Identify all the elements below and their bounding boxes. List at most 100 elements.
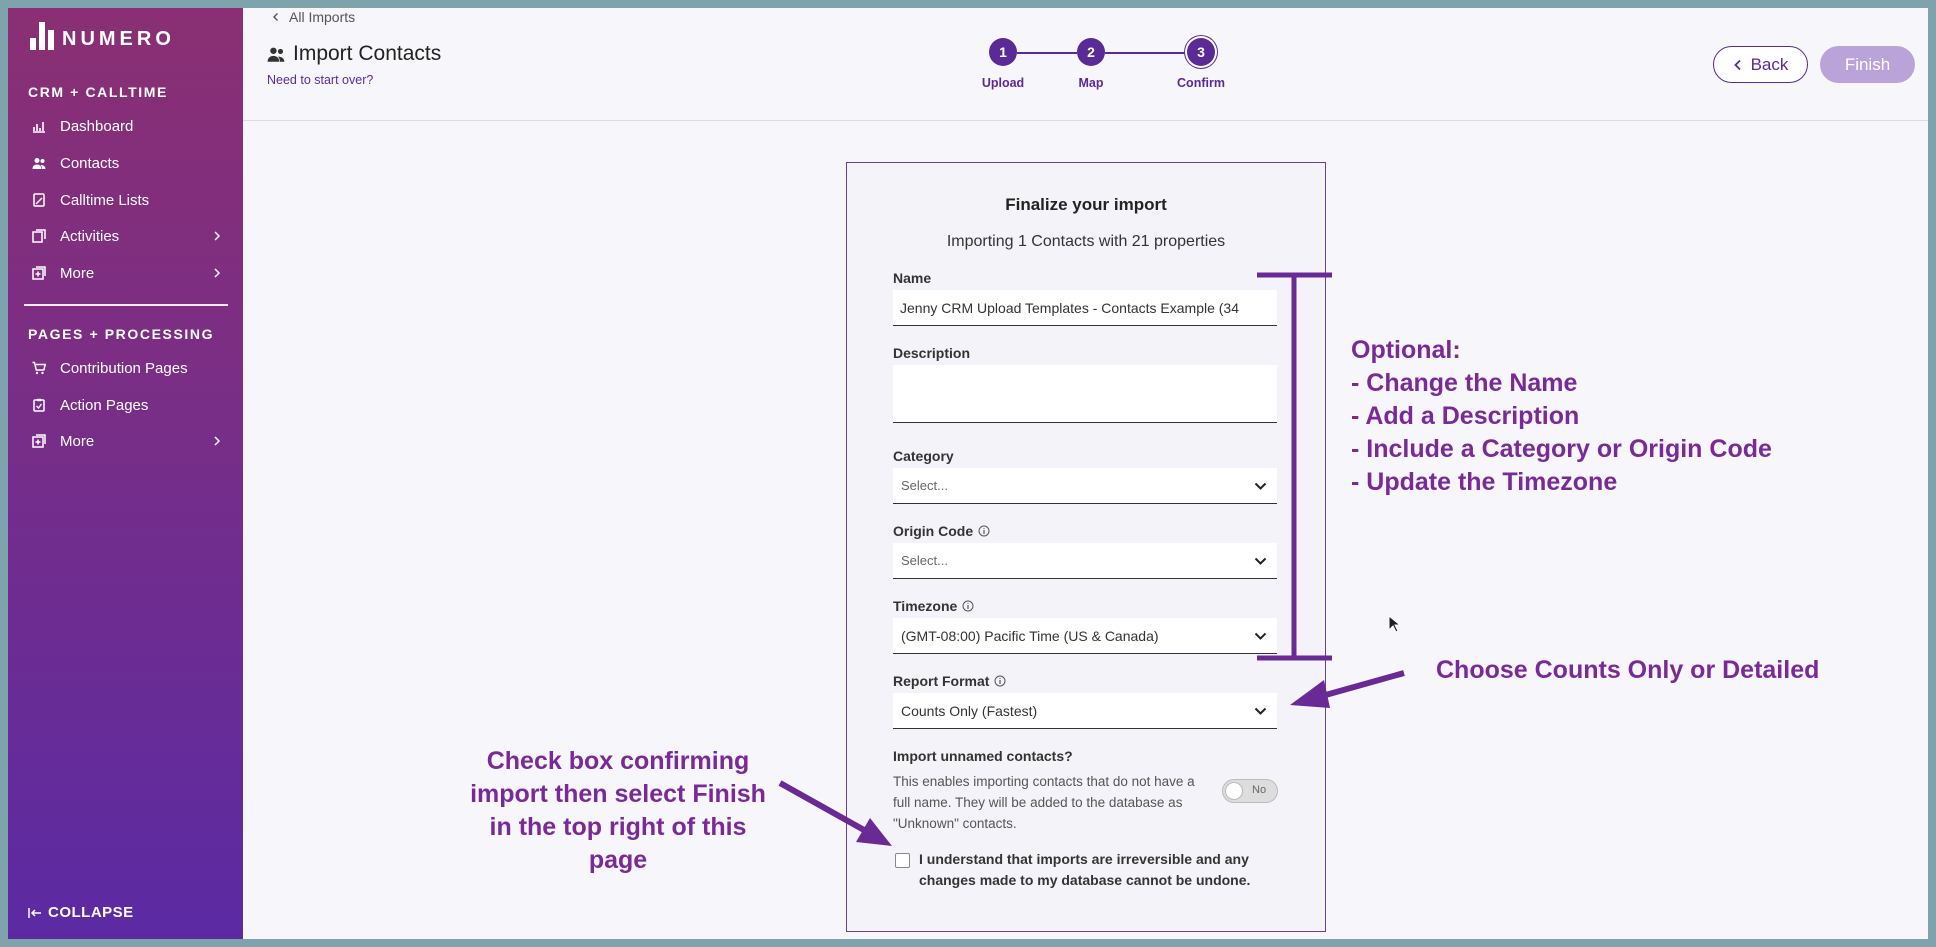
clipboard-icon <box>32 398 46 412</box>
sidebar-item-label: Dashboard <box>60 117 134 135</box>
name-label: Name <box>893 270 932 286</box>
report-format-select[interactable]: Counts Only (Fastest) <box>893 693 1277 729</box>
chevron-down-icon <box>1254 707 1267 715</box>
step-label: Confirm <box>1177 76 1225 90</box>
annotation-line: Optional: <box>1351 336 1461 364</box>
chevron-right-icon <box>214 268 221 278</box>
timezone-select[interactable]: (GMT-08:00) Pacific Time (US & Canada) <box>893 618 1277 654</box>
toggle-state-label: No <box>1252 784 1267 796</box>
chevron-right-icon <box>214 436 221 446</box>
section-title-pages: PAGES + PROCESSING <box>28 326 215 342</box>
category-value: Select... <box>901 478 948 493</box>
step-upload[interactable]: 1 Upload <box>963 38 1043 90</box>
finalize-import-card: Finalize your import Importing 1 Contact… <box>846 162 1326 932</box>
section-title-crm: CRM + CALLTIME <box>28 84 168 100</box>
unnamed-contacts-description: This enables importing contacts that do … <box>893 774 1195 831</box>
sidebar: NUMERO CRM + CALLTIME Dashboard Contacts… <box>8 8 243 939</box>
annotation-line: - Update the Timezone <box>1351 468 1618 496</box>
confirm-checkbox-label[interactable]: I understand that imports are irreversib… <box>919 849 1289 891</box>
toggle-knob <box>1225 782 1243 800</box>
more-icon <box>32 266 46 280</box>
info-icon[interactable] <box>978 525 990 537</box>
sidebar-item-dashboard[interactable]: Dashboard <box>32 111 228 141</box>
chevron-down-icon <box>1254 482 1267 490</box>
chevron-down-icon <box>1254 557 1267 565</box>
all-imports-label: All Imports <box>289 9 356 25</box>
origin-code-label-text: Origin Code <box>893 523 974 539</box>
sidebar-divider <box>24 304 228 306</box>
step-number: 1 <box>989 38 1017 66</box>
chart-icon <box>32 119 46 133</box>
info-icon[interactable] <box>962 600 974 612</box>
chevron-right-icon <box>214 231 221 241</box>
sidebar-item-label: Contribution Pages <box>60 359 188 377</box>
confirm-checkbox[interactable] <box>895 853 910 868</box>
sidebar-item-contribution-pages[interactable]: Contribution Pages <box>32 353 228 383</box>
back-button[interactable]: Back <box>1713 46 1808 83</box>
unnamed-contacts-toggle[interactable]: No <box>1222 779 1278 803</box>
report-format-label-text: Report Format <box>893 673 990 689</box>
collapse-label: COLLAPSE <box>48 904 134 921</box>
sidebar-item-label: Contacts <box>60 154 120 172</box>
logo-bars-icon <box>30 22 54 50</box>
step-label: Upload <box>981 76 1025 90</box>
chevron-left-icon <box>1733 59 1741 70</box>
step-number: 3 <box>1187 38 1215 66</box>
brand-logo[interactable]: NUMERO <box>30 22 175 50</box>
card-title: Finalize your import <box>1005 195 1167 214</box>
sidebar-item-label: Calltime Lists <box>60 191 150 209</box>
people-icon <box>267 47 285 62</box>
sidebar-item-more-crm[interactable]: More <box>32 258 228 288</box>
import-summary: Importing 1 Contacts with 21 properties <box>946 233 1226 250</box>
start-over-link[interactable]: Need to start over? <box>267 73 373 87</box>
name-input[interactable]: Jenny CRM Upload Templates - Contacts Ex… <box>893 290 1277 326</box>
annotation-line: - Change the Name <box>1351 369 1578 397</box>
phone-list-icon <box>32 193 46 207</box>
chevron-down-icon <box>1254 632 1267 640</box>
sidebar-item-action-pages[interactable]: Action Pages <box>32 390 228 420</box>
report-format-annotation: Choose Counts Only or Detailed <box>1436 656 1820 684</box>
more-icon <box>32 434 46 448</box>
all-imports-link[interactable]: All Imports <box>271 9 355 25</box>
timezone-value: (GMT-08:00) Pacific Time (US & Canada) <box>901 627 1159 644</box>
origin-code-label: Origin Code <box>893 523 990 539</box>
sidebar-item-activities[interactable]: Activities <box>32 221 228 251</box>
activities-icon <box>32 229 46 243</box>
annotation-line: - Include a Category or Origin Code <box>1351 435 1772 463</box>
step-map[interactable]: 2 Map <box>1051 38 1131 90</box>
sidebar-item-label: Action Pages <box>60 396 149 414</box>
step-label: Map <box>1078 76 1104 90</box>
page-title: Import Contacts <box>267 42 441 66</box>
people-icon <box>32 156 46 170</box>
sidebar-item-contacts[interactable]: Contacts <box>32 148 228 178</box>
collapse-button[interactable]: COLLAPSE <box>28 904 134 921</box>
timezone-label: Timezone <box>893 598 974 614</box>
page-header: All Imports Import Contacts Need to star… <box>243 8 1928 121</box>
step-confirm[interactable]: 3 Confirm <box>1161 38 1241 90</box>
report-format-value: Counts Only (Fastest) <box>901 702 1038 719</box>
finish-button[interactable]: Finish <box>1820 46 1915 83</box>
origin-code-select[interactable]: Select... <box>893 543 1277 579</box>
sidebar-item-label: Activities <box>60 227 120 245</box>
chevron-left-icon <box>273 13 278 21</box>
sidebar-item-calltime-lists[interactable]: Calltime Lists <box>32 185 228 215</box>
category-select[interactable]: Select... <box>893 468 1277 504</box>
import-stepper: 1 Upload 2 Map 3 Confirm <box>963 38 1243 98</box>
info-icon[interactable] <box>994 675 1006 687</box>
sidebar-item-more-pages[interactable]: More <box>32 426 228 456</box>
category-label: Category <box>893 448 954 464</box>
sidebar-item-label: More <box>60 432 95 450</box>
report-format-label: Report Format <box>893 673 1006 689</box>
description-label: Description <box>893 345 971 361</box>
timezone-label-text: Timezone <box>893 598 958 614</box>
step-number: 2 <box>1077 38 1105 66</box>
collapse-arrow-icon <box>28 907 41 918</box>
annotation-line: - Add a Description <box>1351 402 1580 430</box>
back-button-label: Back <box>1750 54 1789 74</box>
sidebar-item-label: More <box>60 264 95 282</box>
checkbox-annotation: Check box confirming import then select … <box>470 747 766 874</box>
cart-icon <box>32 361 46 375</box>
description-textarea[interactable] <box>893 365 1277 423</box>
unnamed-contacts-label: Import unnamed contacts? <box>893 748 1073 764</box>
app-window: NUMERO CRM + CALLTIME Dashboard Contacts… <box>8 8 1928 939</box>
